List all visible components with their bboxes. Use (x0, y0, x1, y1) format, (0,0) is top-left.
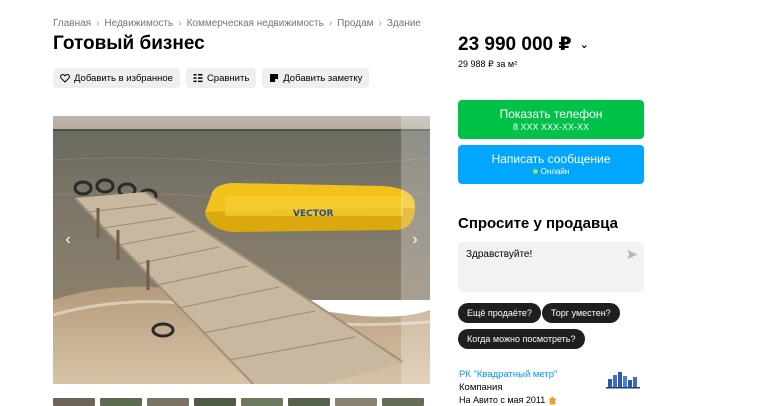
seller-since-label: На Авито с мая 2011 (459, 395, 546, 405)
breadcrumb-link-sell[interactable]: Продам (337, 18, 373, 29)
ask-seller-text[interactable]: Здравствуйте! (466, 249, 532, 260)
breadcrumb: Главная › Недвижимость › Коммерческая не… (53, 18, 421, 29)
photo-gallery[interactable]: VECTOR ‹ › (53, 100, 430, 384)
breadcrumb-link-home[interactable]: Главная (53, 18, 91, 29)
quick-question-bargain[interactable]: Торг уместен? (542, 303, 620, 323)
chevron-down-icon[interactable]: ⌄ (580, 38, 589, 51)
photo-thumbnails (53, 398, 424, 406)
add-to-favorites-label: Добавить в избранное (74, 72, 173, 84)
breadcrumb-link-realty[interactable]: Недвижимость (104, 18, 173, 29)
write-message-label: Написать сообщение (491, 152, 611, 166)
write-message-button[interactable]: Написать сообщение Онлайн (458, 145, 644, 184)
breadcrumb-link-building[interactable]: Здание (387, 18, 421, 29)
chevron-right-icon: › (96, 18, 100, 29)
ask-seller-title: Спросите у продавца (458, 215, 618, 232)
add-note-button[interactable]: Добавить заметку (262, 68, 370, 88)
show-phone-button[interactable]: Показать телефон 8 XXX XXX-XX-XX (458, 100, 644, 139)
svg-text:VECTOR: VECTOR (293, 209, 334, 219)
seller-type: Компания (459, 382, 503, 393)
compare-icon (193, 74, 203, 83)
thumbnail[interactable] (147, 398, 189, 406)
page-title: Готовый бизнес (53, 33, 205, 54)
online-dot-icon (532, 169, 538, 174)
show-phone-label: Показать телефон (499, 107, 603, 121)
house-icon (548, 396, 557, 404)
thumbnail[interactable] (288, 398, 330, 406)
thumbnail[interactable] (335, 398, 377, 406)
heart-icon (60, 74, 70, 83)
ask-seller-input[interactable]: Здравствуйте! (458, 242, 644, 292)
thumbnail[interactable] (53, 398, 95, 406)
thumbnail[interactable] (382, 398, 424, 406)
listing-actions: Добавить в избранное Сравнить Добавить з… (53, 68, 370, 88)
chevron-right-icon: › (378, 18, 382, 29)
listing-photo[interactable]: VECTOR (53, 100, 430, 384)
seller-name-link[interactable]: РК "Квадратный метр" (459, 369, 557, 380)
add-note-label: Добавить заметку (283, 72, 363, 84)
chevron-left-icon[interactable]: ‹ (58, 230, 78, 250)
price: 23 990 000 ₽ ⌄ (458, 33, 589, 56)
breadcrumb-link-commercial[interactable]: Коммерческая недвижимость (187, 18, 324, 29)
online-label: Онлайн (540, 167, 570, 176)
compare-label: Сравнить (206, 72, 250, 84)
masked-phone-number: 8 XXX XXX-XX-XX (512, 122, 590, 132)
chevron-right-icon[interactable]: › (405, 230, 425, 250)
chevron-right-icon: › (328, 18, 333, 29)
quick-question-still-selling[interactable]: Ещё продаёте? (458, 303, 541, 323)
price-per-sqm: 29 988 ₽ за м² (458, 59, 518, 69)
send-icon[interactable] (627, 249, 638, 260)
online-status: Онлайн (458, 167, 644, 176)
seller-since: На Авито с мая 2011 (459, 395, 557, 405)
thumbnail[interactable] (194, 398, 236, 406)
price-value: 23 990 000 ₽ (458, 34, 572, 55)
thumbnail[interactable] (241, 398, 283, 406)
seller-logo[interactable] (604, 371, 642, 389)
thumbnail[interactable] (100, 398, 142, 406)
compare-button[interactable]: Сравнить (185, 68, 257, 88)
chevron-right-icon: › (178, 18, 182, 29)
quick-question-viewing[interactable]: Когда можно посмотреть? (458, 329, 585, 349)
add-to-favorites-button[interactable]: Добавить в избранное (53, 68, 180, 88)
note-icon (270, 74, 279, 82)
